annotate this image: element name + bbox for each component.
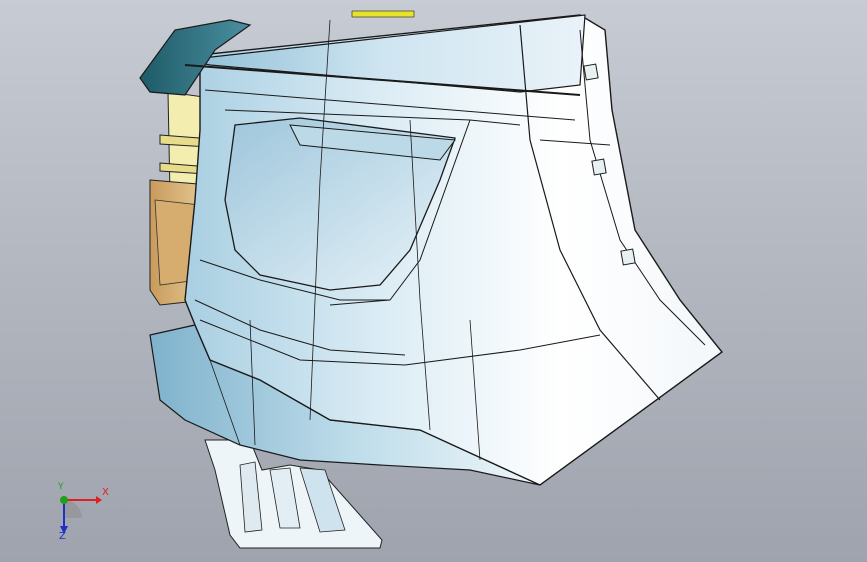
- x-axis-label: X: [102, 487, 109, 498]
- roof-marker: [351, 10, 415, 18]
- axis-triad: X Y Z: [44, 482, 114, 546]
- car-quarter-panel-model[interactable]: [0, 0, 867, 562]
- cad-viewport[interactable]: X Y Z: [0, 0, 867, 562]
- y-axis-label: Y: [58, 482, 64, 492]
- z-axis-label: Z: [59, 531, 66, 542]
